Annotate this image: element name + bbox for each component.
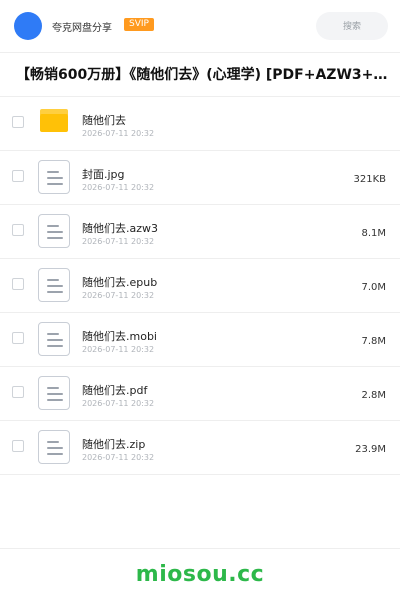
file-size: 321KB: [353, 174, 386, 185]
file-name: 随他们去.pdf: [82, 384, 148, 397]
list-item[interactable]: 随他们去.epub 2026-07-11 20:32 7.0M: [0, 259, 400, 313]
file-name: 封面.jpg: [82, 168, 125, 181]
checkbox[interactable]: [12, 278, 24, 290]
file-date: 2026-07-11 20:32: [82, 183, 155, 192]
file-size: 8.1M: [361, 228, 386, 239]
checkbox[interactable]: [12, 224, 24, 236]
checkbox[interactable]: [12, 440, 24, 452]
document-icon: [38, 268, 70, 302]
document-icon: [38, 214, 70, 248]
avatar[interactable]: [14, 12, 42, 40]
file-date: 2026-07-11 20:32: [82, 237, 155, 246]
file-date: 2026-07-11 20:32: [82, 399, 155, 408]
file-size: 23.9M: [355, 444, 386, 455]
checkbox[interactable]: [12, 116, 24, 128]
share-title: 【畅销600万册】《随他们去》(心理学) [PDF+AZW3+EPUB+MOBI…: [16, 67, 388, 83]
file-date: 2026-07-11 20:32: [82, 129, 155, 138]
file-size: 7.0M: [361, 282, 386, 293]
file-date: 2026-07-11 20:32: [82, 291, 155, 300]
file-name: 随他们去.azw3: [82, 222, 159, 235]
app-name: 夸克网盘分享: [52, 23, 112, 34]
header-divider: [0, 52, 400, 53]
search-button[interactable]: 搜索: [316, 12, 388, 40]
brand-watermark[interactable]: miosou.cc: [0, 562, 400, 587]
document-icon: [38, 376, 70, 410]
header: 夸克网盘分享 SVIP 搜索: [0, 0, 400, 52]
svip-badge: SVIP: [124, 18, 154, 31]
file-name: 随他们去.zip: [82, 438, 146, 451]
document-icon: [38, 322, 70, 356]
document-icon: [38, 160, 70, 194]
checkbox[interactable]: [12, 170, 24, 182]
footer-divider: [0, 548, 400, 549]
list-item[interactable]: 随他们去.azw3 2026-07-11 20:32 8.1M: [0, 205, 400, 259]
list-item[interactable]: 随他们去.mobi 2026-07-11 20:32 7.8M: [0, 313, 400, 367]
file-size: 2.8M: [361, 390, 386, 401]
document-icon: [38, 430, 70, 464]
file-size: 7.8M: [361, 336, 386, 347]
checkbox[interactable]: [12, 386, 24, 398]
folder-icon: [40, 109, 68, 132]
file-name: 随他们去: [82, 114, 126, 127]
file-list: 随他们去 2026-07-11 20:32 封面.jpg 2026-07-11 …: [0, 97, 400, 475]
file-name: 随他们去.epub: [82, 276, 158, 289]
file-date: 2026-07-11 20:32: [82, 345, 155, 354]
list-item[interactable]: 封面.jpg 2026-07-11 20:32 321KB: [0, 151, 400, 205]
file-name: 随他们去.mobi: [82, 330, 157, 343]
list-item[interactable]: 随他们去 2026-07-11 20:32: [0, 97, 400, 151]
list-item[interactable]: 随他们去.zip 2026-07-11 20:32 23.9M: [0, 421, 400, 475]
list-item[interactable]: 随他们去.pdf 2026-07-11 20:32 2.8M: [0, 367, 400, 421]
checkbox[interactable]: [12, 332, 24, 344]
file-date: 2026-07-11 20:32: [82, 453, 155, 462]
